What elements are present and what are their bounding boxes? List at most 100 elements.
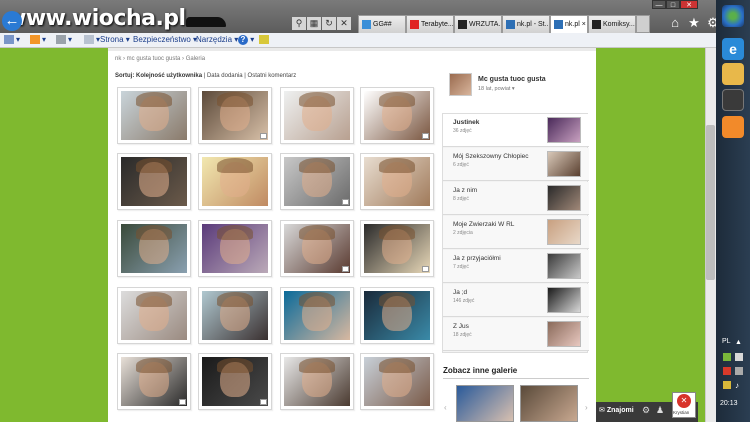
photo-thumbnail[interactable] xyxy=(198,353,272,410)
gallery-item[interactable]: Ja z przyjaciółmi 7 zdjęć xyxy=(443,250,589,283)
gallery-item[interactable]: Moje Zwierzaki W RL 2 zdjęcia xyxy=(443,216,589,249)
favicon-icon xyxy=(362,20,371,29)
gallery-thumbnail xyxy=(547,117,581,143)
photo-image xyxy=(364,357,430,406)
page-header-strip xyxy=(108,48,596,51)
sort-option-user-order[interactable]: Kolejność użytkownika xyxy=(136,73,202,79)
gallery-item[interactable]: Ja ;d 146 zdjęć xyxy=(443,284,589,317)
photo-thumbnail[interactable] xyxy=(360,353,434,410)
tab-1[interactable]: Terabyte... xyxy=(406,15,454,33)
gallery-item[interactable]: Ja z nim 8 zdjęć xyxy=(443,182,589,215)
gallery-item[interactable]: Mój Szekszowny Chłopiec 6 zdjęć xyxy=(443,148,589,181)
language-indicator[interactable]: PL xyxy=(722,338,731,345)
tab-0[interactable]: GG## xyxy=(358,15,406,33)
photo-thumbnail[interactable] xyxy=(360,87,434,144)
photo-thumbnail[interactable] xyxy=(280,87,354,144)
photo-image xyxy=(284,224,350,273)
print-icon[interactable]: ▾ xyxy=(56,35,72,45)
comment-icon xyxy=(422,133,429,139)
tray-icon-2[interactable] xyxy=(735,353,743,361)
search-icon[interactable]: ⚲ xyxy=(292,17,306,30)
photo-thumbnail[interactable] xyxy=(280,353,354,410)
new-tab-button[interactable] xyxy=(636,15,650,33)
friends-label: Znajomi xyxy=(606,407,634,414)
menu-strona[interactable]: Strona ▾ xyxy=(100,35,130,44)
chevron-right-icon[interactable]: › xyxy=(585,403,588,412)
mail-icon[interactable]: ▾ xyxy=(84,35,100,45)
home-icon[interactable]: ⌂ xyxy=(668,15,682,31)
help-menu[interactable]: ? ▾ xyxy=(238,35,254,45)
person-icon[interactable]: ♟ xyxy=(656,405,664,416)
photo-thumbnail[interactable] xyxy=(280,153,354,210)
gallery-name: Ja z przyjaciółmi xyxy=(453,255,501,262)
media-player-icon[interactable] xyxy=(722,89,744,111)
gear-icon[interactable]: ⚙ xyxy=(642,405,650,416)
photo-thumbnail[interactable] xyxy=(198,220,272,277)
minimize-button[interactable]: — xyxy=(652,0,666,9)
other-gallery-thumbnail[interactable] xyxy=(520,385,578,422)
profile-name[interactable]: Mc gusta tuoc gusta xyxy=(478,76,546,83)
flag-icon[interactable] xyxy=(723,367,731,375)
clock[interactable]: 20:13 xyxy=(720,400,738,407)
photo-thumbnail[interactable] xyxy=(117,287,191,344)
chevron-up-icon[interactable]: ▲ xyxy=(735,339,743,347)
maximize-button[interactable]: □ xyxy=(666,0,680,9)
photo-thumbnail[interactable] xyxy=(117,87,191,144)
photo-thumbnail[interactable] xyxy=(117,353,191,410)
sort-option-date[interactable]: Data dodania xyxy=(207,73,243,79)
tab-3[interactable]: nk.pl - St... xyxy=(502,15,550,33)
star-icon[interactable]: ★ xyxy=(687,15,701,31)
photo-thumbnail[interactable] xyxy=(280,287,354,344)
avatar[interactable] xyxy=(449,73,472,96)
close-button[interactable]: ✕ xyxy=(680,0,698,9)
photo-thumbnail[interactable] xyxy=(360,287,434,344)
friends-button[interactable]: ✉ Znajomi xyxy=(599,406,634,414)
menu-bezpieczenstwo[interactable]: Bezpieczeństwo ▾ xyxy=(133,35,197,44)
photo-thumbnail[interactable] xyxy=(198,87,272,144)
breadcrumb[interactable]: nk › mc gusta tuoc gusta › Galeria xyxy=(115,56,205,62)
sort-option-last-comment[interactable]: Ostatni komentarz xyxy=(248,73,297,79)
gallery-item[interactable]: Justinek 36 zdjęć xyxy=(443,114,589,147)
home-menu-icon[interactable]: ▾ xyxy=(4,35,20,45)
photo-thumbnail[interactable] xyxy=(360,153,434,210)
tray-icon-1[interactable] xyxy=(723,353,731,361)
photo-thumbnail[interactable] xyxy=(117,153,191,210)
other-gallery-thumbnail[interactable] xyxy=(456,385,514,422)
menu-bezpieczenstwo-label: Bezpieczeństwo xyxy=(133,35,191,44)
internet-explorer-icon[interactable]: e xyxy=(722,38,744,60)
power-icon[interactable] xyxy=(723,381,731,389)
watermark-text: www.wiocha.pl xyxy=(6,6,186,31)
gallery-count: 36 zdjęć xyxy=(453,128,472,134)
tab-2[interactable]: WRZUTA... xyxy=(454,15,502,33)
chevron-left-icon[interactable]: ‹ xyxy=(444,403,447,412)
folder-icon[interactable] xyxy=(722,63,744,85)
tab-label: GG## xyxy=(373,21,392,28)
menu-narzedzia[interactable]: Narzędzia ▾ xyxy=(196,35,238,44)
tab-5[interactable]: Komiksy... xyxy=(588,15,636,33)
photo-thumbnail[interactable] xyxy=(117,220,191,277)
network-icon[interactable] xyxy=(735,367,743,375)
photo-thumbnail[interactable] xyxy=(198,287,272,344)
tab-label: WRZUTA... xyxy=(469,21,502,28)
gallery-item[interactable]: Z Jus 18 zdjęć xyxy=(443,318,589,351)
research-icon[interactable] xyxy=(259,35,271,45)
favicon-icon xyxy=(410,20,419,29)
close-tab-icon[interactable]: × xyxy=(582,16,586,33)
compat-view-icon[interactable]: ▦ xyxy=(307,17,321,30)
volume-icon[interactable]: ♪ xyxy=(735,381,743,390)
favicon-icon xyxy=(592,20,601,29)
rss-feed-icon[interactable]: ▾ xyxy=(30,35,46,45)
tab-4[interactable]: nk.pl × xyxy=(550,15,588,33)
refresh-icon[interactable]: ↻ xyxy=(322,17,336,30)
start-button-icon[interactable] xyxy=(722,5,744,27)
photo-thumbnail[interactable] xyxy=(280,220,354,277)
comment-icon xyxy=(342,266,349,272)
scrollbar-thumb[interactable] xyxy=(706,125,715,280)
back-button[interactable]: ← xyxy=(2,11,22,31)
media-center-icon[interactable] xyxy=(722,116,744,138)
sort-bar: Sortuj: Kolejność użytkownika | Data dod… xyxy=(115,73,297,79)
photo-thumbnail[interactable] xyxy=(360,220,434,277)
stop-icon[interactable]: ✕ xyxy=(337,17,351,30)
photo-thumbnail[interactable] xyxy=(198,153,272,210)
gallery-name: Moje Zwierzaki W RL xyxy=(453,221,515,228)
